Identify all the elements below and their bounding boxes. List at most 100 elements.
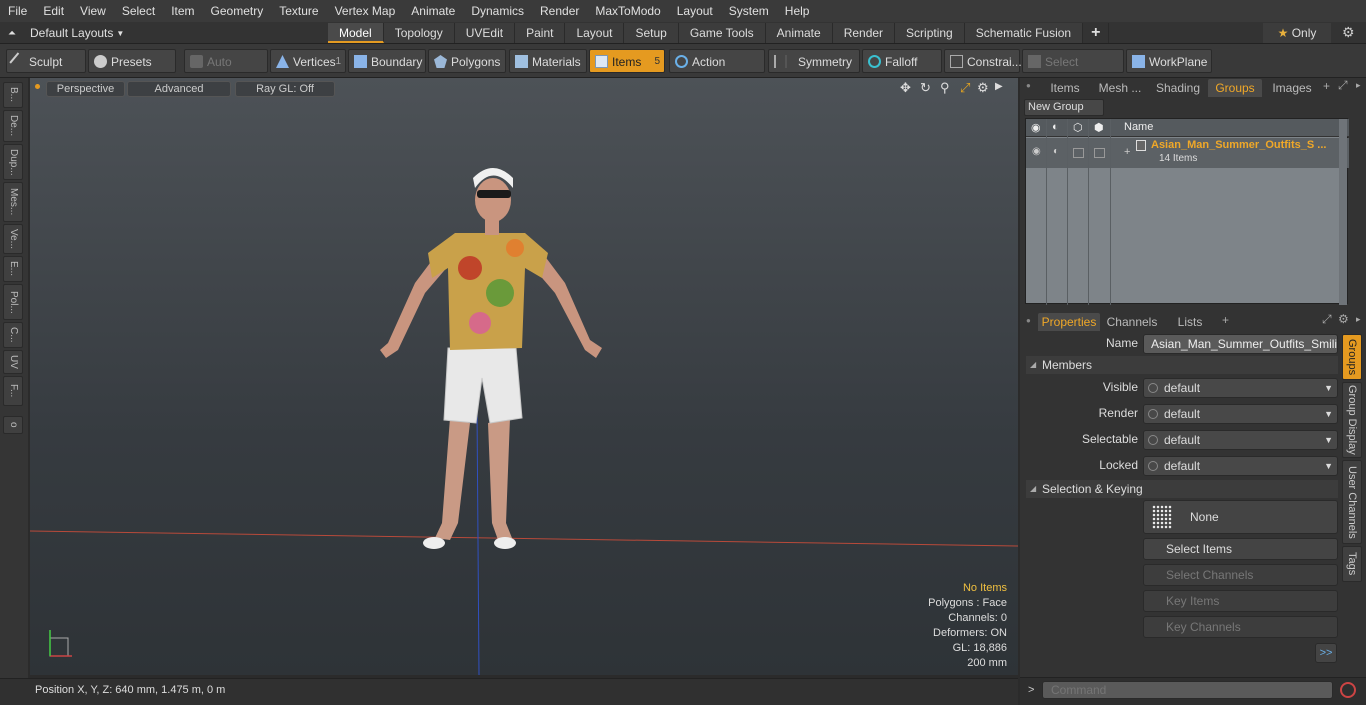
locked-dropdown[interactable]: default ▼ <box>1143 456 1338 476</box>
menu-render[interactable]: Render <box>532 0 587 22</box>
menu-geometry[interactable]: Geometry <box>203 0 272 22</box>
menu-view[interactable]: View <box>72 0 114 22</box>
tab-setup[interactable]: Setup <box>624 23 679 43</box>
left-tab-edge[interactable]: E... <box>3 256 23 282</box>
eye-icon[interactable]: ◉ <box>1031 121 1041 134</box>
more-button[interactable]: >> <box>1315 643 1337 663</box>
tab-schematic-fusion[interactable]: Schematic Fusion <box>964 23 1084 43</box>
render-dropdown[interactable]: default ▼ <box>1143 404 1338 424</box>
group-name[interactable]: Asian_Man_Summer_Outfits_S ... <box>1151 139 1326 151</box>
tab-images[interactable]: Images <box>1266 79 1318 97</box>
group-row[interactable]: ◉ ◐ + Asian_Man_Summer_Outfits_S ... 14 … <box>1026 138 1349 168</box>
menu-system[interactable]: System <box>721 0 777 22</box>
tab-paint[interactable]: Paint <box>515 23 566 43</box>
record-icon[interactable] <box>1340 682 1356 698</box>
menu-dynamics[interactable]: Dynamics <box>463 0 532 22</box>
gear-icon[interactable]: ⚙ <box>1342 24 1355 41</box>
menu-item[interactable]: Item <box>163 0 202 22</box>
group-list-scrollbar[interactable] <box>1339 119 1347 305</box>
boundary-button[interactable]: Boundary <box>348 49 426 73</box>
left-tab-duplicate[interactable]: Dup... <box>3 144 23 180</box>
tab-shading[interactable]: Shading <box>1152 79 1204 97</box>
sculpt-button[interactable]: Sculpt <box>6 49 86 73</box>
panel-menu-icon[interactable]: ▸ <box>1356 80 1361 91</box>
visible-dropdown[interactable]: default ▼ <box>1143 378 1338 398</box>
lock-icon[interactable]: ⬡ <box>1073 121 1083 134</box>
left-tab-basic[interactable]: B... <box>3 82 23 108</box>
polygons-button[interactable]: Polygons <box>428 49 506 73</box>
render-icon[interactable]: ◐ <box>1052 121 1059 133</box>
items-button[interactable]: Items 5 <box>589 49 665 73</box>
3d-viewport[interactable]: Perspective Advanced Ray GL: Off ✥ ↻ ⚲ ⤢… <box>30 78 1018 675</box>
group-lock-checkbox[interactable] <box>1073 148 1084 158</box>
tab-mesh[interactable]: Mesh ... <box>1092 79 1148 97</box>
expand-plus-icon[interactable]: + <box>1124 146 1130 158</box>
only-button[interactable]: ★ Only <box>1263 23 1331 43</box>
group-eye-icon[interactable]: ◉ <box>1032 146 1041 157</box>
action-center-button[interactable]: Action Center <box>669 49 765 93</box>
none-button[interactable]: None <box>1143 500 1338 534</box>
tab-topology[interactable]: Topology <box>383 23 455 43</box>
new-group-button[interactable]: New Group <box>1024 99 1104 116</box>
selectable-dropdown[interactable]: default ▼ <box>1143 430 1338 450</box>
left-tab-vertex[interactable]: Ve... <box>3 224 23 254</box>
selection-keying-section[interactable]: ◢ Selection & Keying <box>1026 480 1338 498</box>
tab-render[interactable]: Render <box>832 23 896 43</box>
menu-file[interactable]: File <box>0 0 35 22</box>
add-tab-button[interactable]: + <box>1083 23 1110 43</box>
constraints-button[interactable]: Constrai... <box>944 49 1022 73</box>
add-prop-tab-icon[interactable]: + <box>1222 313 1229 327</box>
select-items-button[interactable]: Select Items <box>1143 538 1338 560</box>
materials-button[interactable]: Materials <box>509 49 587 73</box>
menu-edit[interactable]: Edit <box>35 0 72 22</box>
left-tab-polygon[interactable]: Pol... <box>3 284 23 320</box>
menu-help[interactable]: Help <box>777 0 818 22</box>
members-section[interactable]: ◢ Members <box>1026 356 1338 374</box>
tab-uvedit[interactable]: UVEdit <box>454 23 516 43</box>
workplane-button[interactable]: WorkPlane <box>1126 49 1212 73</box>
tab-game-tools[interactable]: Game Tools <box>678 23 766 43</box>
tab-channels[interactable]: Channels <box>1104 313 1160 331</box>
add-panel-tab-icon[interactable]: + <box>1323 79 1330 93</box>
left-tab-fusion[interactable]: F... <box>3 376 23 406</box>
vtab-group-display[interactable]: Group Display <box>1342 382 1362 458</box>
menu-vertex-map[interactable]: Vertex Map <box>327 0 404 22</box>
select-through-button[interactable]: Select Through <box>1022 49 1124 93</box>
menu-texture[interactable]: Texture <box>271 0 326 22</box>
left-tab-curve[interactable]: C... <box>3 322 23 348</box>
key-items-button[interactable]: Key Items <box>1143 590 1338 612</box>
symmetry-button[interactable]: Symmetry <box>768 49 860 73</box>
left-tab-collapse[interactable]: o <box>3 416 23 434</box>
layouts-dropdown[interactable]: ⏶ Default Layouts ▼ <box>8 22 124 44</box>
expand-panel-icon[interactable]: ⤢ <box>1338 78 1348 93</box>
tab-properties[interactable]: Properties <box>1038 313 1100 331</box>
prop-menu-icon[interactable]: ▸ <box>1356 314 1361 325</box>
prop-expand-icon[interactable]: ⤢ <box>1322 312 1332 327</box>
group-select-checkbox[interactable] <box>1094 148 1105 158</box>
left-tab-mesh[interactable]: Mes... <box>3 182 23 222</box>
group-name-column[interactable]: Name <box>1124 121 1153 133</box>
select-icon[interactable]: ⬢ <box>1094 121 1104 134</box>
vtab-user-channels[interactable]: User Channels <box>1342 460 1362 544</box>
vtab-tags[interactable]: Tags <box>1342 546 1362 582</box>
select-channels-button[interactable]: Select Channels <box>1143 564 1338 586</box>
prop-settings-icon[interactable]: ⚙ <box>1338 312 1349 326</box>
name-field[interactable]: Asian_Man_Summer_Outfits_Smiling_F <box>1143 334 1338 354</box>
menu-select[interactable]: Select <box>114 0 163 22</box>
tab-layout[interactable]: Layout <box>565 23 625 43</box>
group-render-icon[interactable]: ◐ <box>1053 146 1059 157</box>
menu-layout[interactable]: Layout <box>669 0 721 22</box>
tab-groups[interactable]: Groups <box>1208 79 1262 97</box>
key-channels-button[interactable]: Key Channels <box>1143 616 1338 638</box>
menu-maxtomodo[interactable]: MaxToModo <box>587 0 668 22</box>
vertices-button[interactable]: Vertices 1 <box>270 49 346 73</box>
left-tab-deform[interactable]: De... <box>3 110 23 142</box>
menu-animate[interactable]: Animate <box>403 0 463 22</box>
tab-animate[interactable]: Animate <box>765 23 833 43</box>
presets-button[interactable]: Presets <box>88 49 176 73</box>
falloff-button[interactable]: Falloff <box>862 49 942 73</box>
command-input[interactable] <box>1042 681 1333 699</box>
auto-select-button[interactable]: Auto Select <box>184 49 268 93</box>
left-tab-uv[interactable]: UV <box>3 350 23 374</box>
vtab-groups[interactable]: Groups <box>1342 334 1362 380</box>
